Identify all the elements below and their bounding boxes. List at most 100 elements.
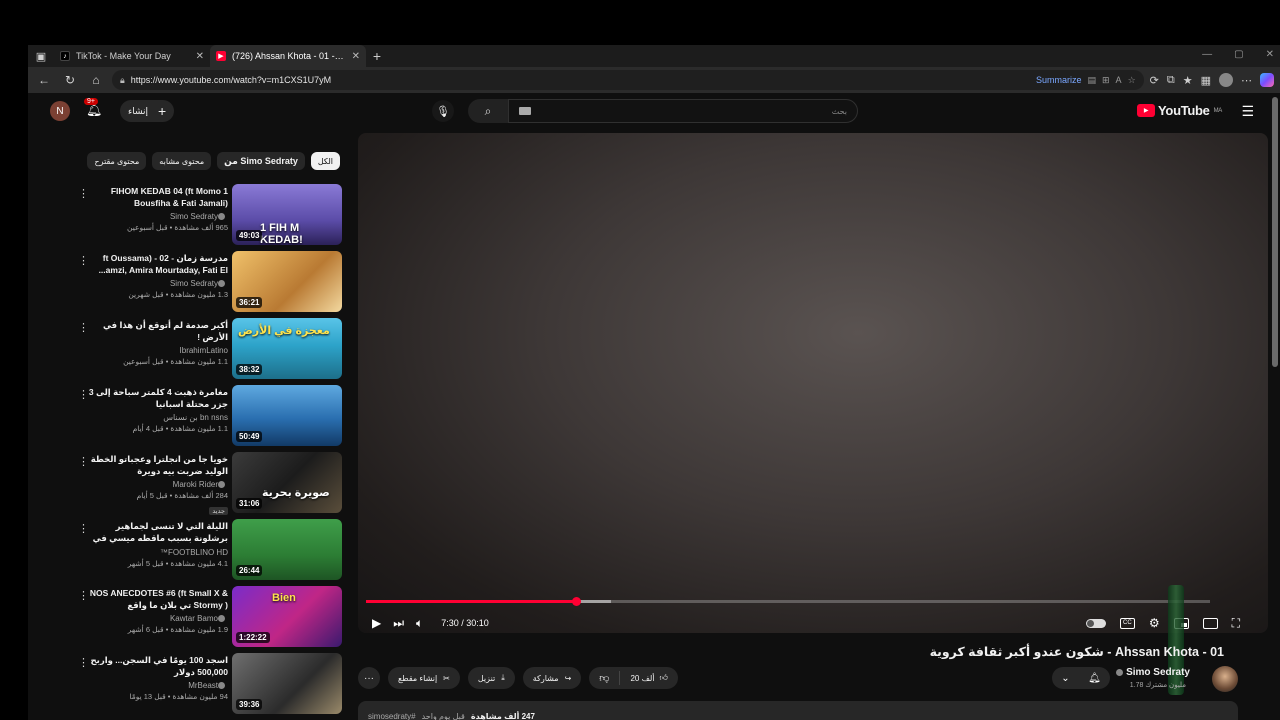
notifications-bell-icon[interactable]: 🔔︎ 9+ <box>84 98 104 120</box>
reader-icon[interactable]: ▤ <box>1087 75 1096 86</box>
more-vert-icon[interactable]: ⋮ <box>78 254 89 267</box>
list-item[interactable]: 50:49 مغامرة ذهبت 4 كلمتر سباحة إلى 3 جز… <box>74 385 342 452</box>
list-item[interactable]: 39:36 اسجد 100 يومًا في السجن... واربح 5… <box>74 653 342 720</box>
extensions-icon[interactable]: ⧉ <box>1167 74 1175 87</box>
back-icon[interactable]: ← <box>34 70 54 90</box>
minimize-icon[interactable]: — <box>1202 49 1212 60</box>
download-button[interactable]: تنزيل ⤓ <box>467 667 515 689</box>
chip-all[interactable]: الكل <box>310 152 340 170</box>
url-field[interactable]: 🔒︎ https://www.youtube.com/watch?v=m1CXS… <box>112 70 1144 90</box>
more-vert-icon[interactable]: ⋮ <box>78 589 89 602</box>
more-vert-icon[interactable]: ⋮ <box>78 455 89 468</box>
video-thumbnail[interactable]: 50:49 <box>232 385 342 446</box>
volume-icon[interactable]: 🔈︎ <box>416 616 423 631</box>
search-button[interactable]: ⌕ <box>468 99 508 123</box>
list-item[interactable]: 36:21 مدرسة زمان - 02 - ft Oussama) amzi… <box>74 251 342 318</box>
summarize-button[interactable]: Summarize <box>1036 75 1082 85</box>
chip-related[interactable]: محتوى مشابه <box>152 152 212 170</box>
favorites-icon[interactable]: ★ <box>1183 74 1193 87</box>
channel-name[interactable]: Simo Sedraty <box>170 279 218 288</box>
video-thumbnail[interactable]: 36:21 <box>232 251 342 312</box>
account-avatar[interactable]: N <box>50 101 70 121</box>
collections-icon[interactable]: ▦ <box>1201 74 1211 87</box>
video-thumbnail[interactable]: صويرة بحرية 31:06 <box>232 452 342 513</box>
menu-hamburger-icon[interactable]: ☰ <box>1241 103 1254 120</box>
video-title[interactable]: أكبر صدمة لم أتوقع أن هذا في الأرض ! <box>88 319 228 343</box>
subscribed-button[interactable]: ⌄ 🔔︎ <box>1052 667 1110 689</box>
tab-tiktok[interactable]: ♪ TikTok - Make Your Day ✕ <box>54 45 210 67</box>
new-tab-button[interactable]: + <box>366 45 388 67</box>
more-vert-icon[interactable]: ⋮ <box>78 388 89 401</box>
voice-search-mic-icon[interactable]: 🎙︎ <box>432 100 454 122</box>
home-icon[interactable]: ⌂ <box>86 70 106 90</box>
autoplay-toggle[interactable] <box>1085 618 1106 628</box>
video-title[interactable]: مغامرة ذهبت 4 كلمتر سباحة إلى 3 جزر محتل… <box>88 386 228 410</box>
close-tab-icon[interactable]: ✕ <box>196 51 204 62</box>
like-button[interactable]: 20 ألف 👍︎ <box>620 673 677 683</box>
theater-mode-icon[interactable] <box>1202 617 1218 629</box>
video-thumbnail[interactable]: Bien 1:22:22 <box>232 586 342 647</box>
favorite-star-icon[interactable]: ☆ <box>1128 75 1136 86</box>
list-item[interactable]: صويرة بحرية 31:06 خويا جا من انجلترا وعج… <box>74 452 342 519</box>
video-title[interactable]: الليلة التي لا تنسى لجماهير برشلونة بسبب… <box>88 520 228 545</box>
youtube-logo[interactable]: ▶ YouTube MA <box>1137 103 1222 118</box>
reload-icon[interactable]: ↻ <box>60 70 80 90</box>
copilot-icon[interactable] <box>1260 73 1274 87</box>
create-button[interactable]: إنشاء + <box>120 100 175 122</box>
video-title[interactable]: مدرسة زمان - 02 - ft Oussama) amzi, Amir… <box>88 252 228 276</box>
apps-icon[interactable]: ⊞ <box>1102 75 1110 86</box>
chip-recommended[interactable]: محتوى مقترح <box>87 152 147 170</box>
progress-bar[interactable] <box>366 597 1210 606</box>
more-vert-icon[interactable]: ⋮ <box>78 187 89 200</box>
more-vert-icon[interactable]: ⋮ <box>78 656 89 669</box>
list-item[interactable]: معجزة في الأرض 38:32 أكبر صدمة لم أتوقع … <box>74 318 342 385</box>
share-button[interactable]: مشاركة ↪ <box>522 667 582 689</box>
settings-gear-icon[interactable]: ⚙ <box>1149 616 1160 630</box>
video-thumbnail[interactable]: 1 FIH M KEDAB! 49:03 <box>232 184 342 245</box>
channel-name[interactable]: Maroki Rider <box>173 480 218 489</box>
read-aloud-icon[interactable]: A <box>1116 75 1122 85</box>
video-thumbnail[interactable]: معجزة في الأرض 38:32 <box>232 318 342 379</box>
channel-name[interactable]: bn nsns بن نسناس <box>163 413 228 422</box>
scrubber-handle[interactable] <box>572 597 582 606</box>
tab-actions-icon[interactable]: ▣ <box>28 45 54 67</box>
list-item[interactable]: 26:44 الليلة التي لا تنسى لجماهير برشلون… <box>74 519 342 586</box>
subtitles-icon[interactable]: CC <box>1119 617 1135 629</box>
fullscreen-icon[interactable]: ⛶ <box>1232 616 1240 631</box>
more-actions-button[interactable]: ··· <box>358 667 380 689</box>
list-item[interactable]: 1 FIH M KEDAB! 49:03 1 FIHOM KEDAB 04 (f… <box>74 184 342 251</box>
channel-name[interactable]: FOOTBLINO HD™ <box>160 548 228 557</box>
channel-name[interactable]: IbrahimLatino <box>180 346 228 355</box>
tab-youtube[interactable]: ▶ (726) Ahssan Khota - 01 - شكون عندو أك… <box>210 45 366 67</box>
chip-from-channel[interactable]: من Simo Sedraty <box>217 152 305 170</box>
maximize-icon[interactable]: ▢ <box>1234 49 1243 60</box>
list-item[interactable]: Bien 1:22:22 NOS ANECDOTES #6 (ft Small … <box>74 586 342 653</box>
video-title[interactable]: خويا جا من انجلترا وعجباتو الخطة الوليد … <box>88 453 228 477</box>
video-title[interactable]: اسجد 100 يومًا في السجن... واربح 500,000… <box>88 654 228 678</box>
page-scrollbar[interactable] <box>1272 97 1278 367</box>
channel-name[interactable]: MrBeast <box>188 681 218 690</box>
video-title[interactable]: NOS ANECDOTES #6 (ft Small X & Stormy ) … <box>88 587 228 611</box>
hashtag-link[interactable]: #simosedraty <box>368 712 416 720</box>
dislike-icon[interactable]: 👎︎ <box>589 671 621 685</box>
profile-icon[interactable] <box>1219 73 1233 87</box>
channel-name[interactable]: Simo Sedraty <box>170 212 218 221</box>
channel-name-main[interactable]: Simo Sedraty <box>1116 667 1190 678</box>
video-title[interactable]: 1 FIHOM KEDAB 04 (ft Momo Bousfiha & Fat… <box>88 185 228 209</box>
more-icon[interactable]: ⋯ <box>1241 74 1252 87</box>
channel-avatar[interactable] <box>1212 666 1238 692</box>
next-icon[interactable]: ⏭︎ <box>393 616 404 631</box>
refresh-extension-icon[interactable]: ⟳ <box>1150 74 1159 87</box>
keyboard-icon[interactable] <box>519 107 531 115</box>
more-vert-icon[interactable]: ⋮ <box>78 522 89 535</box>
video-player[interactable]: ▶ ⏭︎ 🔈︎ 7:30 / 30:10 CC ⚙ ⛶ <box>358 133 1268 633</box>
search-input[interactable]: بحث <box>508 99 858 123</box>
close-tab-icon[interactable]: ✕ <box>352 51 360 62</box>
channel-name[interactable]: Kawtar Bamo <box>170 614 218 623</box>
description-box[interactable]: 247 ألف مشاهدة قبل يوم واحد #simosedraty <box>358 701 1238 720</box>
close-window-icon[interactable]: ✕ <box>1266 49 1274 60</box>
more-vert-icon[interactable]: ⋮ <box>78 321 89 334</box>
video-thumbnail[interactable]: 39:36 <box>232 653 342 714</box>
video-thumbnail[interactable]: 26:44 <box>232 519 342 580</box>
play-icon[interactable]: ▶ <box>372 616 381 630</box>
